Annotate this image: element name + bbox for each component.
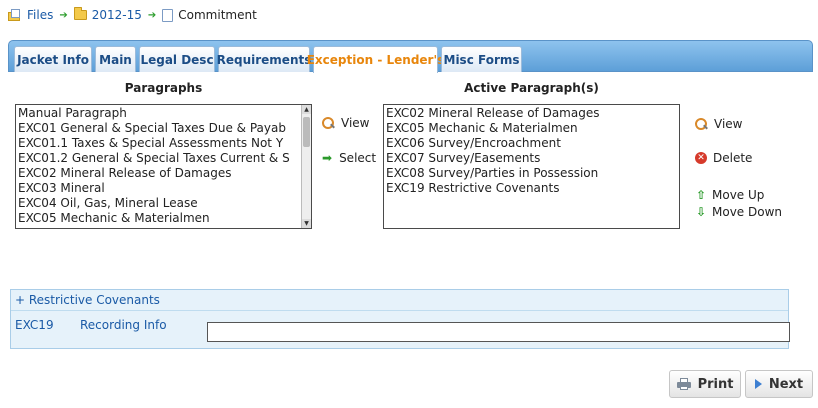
scroll-down-icon[interactable]: ▼ — [302, 219, 311, 228]
view-active-paragraph-button[interactable]: View — [695, 117, 742, 131]
move-up-label: Move Up — [712, 188, 765, 202]
view-active-label: View — [714, 117, 743, 131]
arrow-down-icon: ⇩ — [695, 205, 707, 219]
tab-main[interactable]: Main — [95, 46, 136, 72]
delete-paragraph-button[interactable]: ✕ Delete — [695, 151, 752, 165]
list-item[interactable]: EXC01.2 General & Special Taxes Current … — [18, 151, 300, 166]
breadcrumb-arrow-icon: ➔ — [147, 9, 157, 21]
paragraphs-scrollbar[interactable]: ▲ ▼ — [301, 105, 311, 228]
next-label: Next — [768, 376, 804, 392]
recording-info-label: Recording Info — [80, 318, 167, 332]
breadcrumb-current-label: Commitment — [178, 8, 257, 22]
scroll-thumb[interactable] — [303, 117, 310, 147]
magnifier-icon — [322, 117, 334, 129]
active-paragraphs-listbox[interactable]: EXC02 Mineral Release of Damages EXC05 M… — [383, 104, 680, 229]
next-button[interactable]: Next — [745, 370, 813, 398]
list-item[interactable]: EXC06 Survey/Encroachment — [386, 136, 677, 151]
select-paragraph-label: Select — [339, 151, 377, 165]
tab-jacket-info[interactable]: Jacket Info — [14, 46, 92, 72]
list-item[interactable]: EXC01 General & Special Taxes Due & Paya… — [18, 121, 300, 136]
restrictive-covenants-panel: + Restrictive Covenants EXC19 Recording … — [10, 289, 790, 349]
tab-misc-forms[interactable]: Misc Forms — [441, 46, 522, 72]
folder-icon — [73, 7, 87, 20]
breadcrumb-folder[interactable]: 2012-15 — [73, 7, 142, 22]
view-paragraph-button[interactable]: View — [322, 116, 369, 130]
move-up-button[interactable]: ⇧ Move Up — [695, 188, 764, 202]
arrow-right-icon: ➡ — [322, 151, 333, 165]
breadcrumb-folder-label: 2012-15 — [91, 8, 142, 22]
breadcrumb-current: Commitment — [162, 8, 257, 22]
play-arrow-icon — [754, 379, 762, 389]
document-icon — [162, 8, 174, 22]
select-paragraph-button[interactable]: ➡ Select — [322, 151, 376, 165]
list-item[interactable]: EXC07 Survey/Easements — [386, 151, 677, 166]
restrictive-covenants-toggle[interactable]: + Restrictive Covenants — [15, 293, 160, 307]
print-label: Print — [697, 376, 734, 392]
scroll-up-icon[interactable]: ▲ — [302, 105, 311, 114]
tab-exception-lenders[interactable]: Exception - Lender's — [307, 46, 444, 73]
move-down-label: Move Down — [712, 205, 782, 219]
paragraph-code: EXC19 — [15, 318, 54, 332]
list-item[interactable]: EXC05 Mechanic & Materialmen — [386, 121, 677, 136]
list-item[interactable]: EXC08 Survey/Parties in Possession — [386, 166, 677, 181]
move-down-button[interactable]: ⇩ Move Down — [695, 205, 782, 219]
print-button[interactable]: Print — [669, 370, 741, 398]
list-item[interactable]: Manual Paragraph — [18, 106, 300, 121]
paragraphs-heading: Paragraphs — [124, 81, 203, 95]
breadcrumb-files-label: Files — [27, 8, 54, 22]
printer-icon — [676, 378, 691, 390]
paragraphs-listbox[interactable]: Manual Paragraph EXC01 General & Special… — [15, 104, 312, 229]
breadcrumb-arrow-icon: ➔ — [59, 9, 68, 21]
tab-requirements[interactable]: Requirements — [217, 46, 311, 72]
tab-legal-desc[interactable]: Legal Desc — [139, 46, 215, 72]
delete-icon: ✕ — [695, 152, 707, 164]
delete-label: Delete — [713, 151, 753, 165]
list-item[interactable]: EXC02 Mineral Release of Damages — [18, 166, 300, 181]
breadcrumb: Files ➔ 2012-15 ➔ Commitment — [8, 6, 257, 24]
list-item[interactable]: EXC03 Mineral — [18, 181, 300, 196]
magnifier-icon — [695, 118, 707, 130]
list-item[interactable]: EXC19 Restrictive Covenants — [386, 181, 677, 196]
list-item[interactable]: EXC04 Oil, Gas, Mineral Lease — [18, 196, 300, 211]
active-paragraphs-heading: Active Paragraph(s) — [464, 81, 599, 95]
list-item[interactable]: EXC01.1 Taxes & Special Assessments Not … — [18, 136, 300, 151]
tab-bar: Jacket Info Main Legal Desc Requirements… — [8, 40, 813, 73]
arrow-up-icon: ⇧ — [695, 188, 707, 202]
recording-info-input[interactable] — [207, 322, 790, 342]
breadcrumb-files[interactable]: Files — [8, 8, 53, 22]
list-item[interactable]: EXC02 Mineral Release of Damages — [386, 106, 677, 121]
files-icon — [8, 9, 22, 21]
view-paragraph-label: View — [341, 116, 370, 130]
list-item[interactable]: EXC05 Mechanic & Materialmen — [18, 211, 300, 226]
divider — [11, 310, 788, 311]
